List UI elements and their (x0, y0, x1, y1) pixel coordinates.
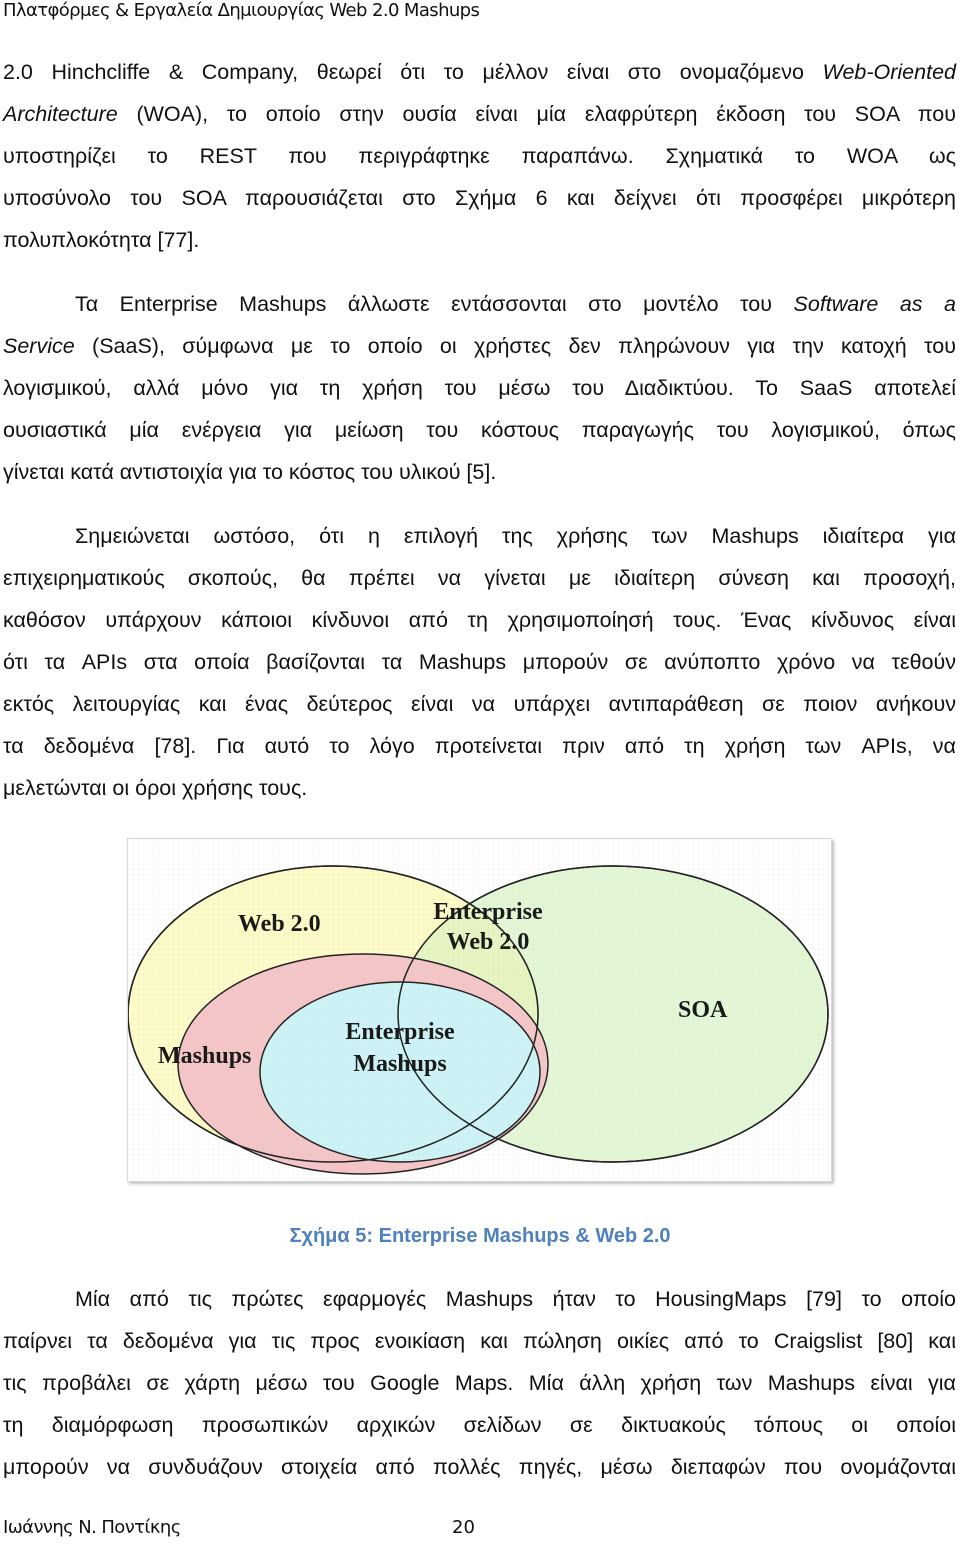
text-line: λογισμικού, αλλά μόνο για τη χρήση του μ… (3, 376, 956, 400)
venn-diagram: Web 2.0 Enterprise Web 2.0 SOA Mashups E… (128, 839, 831, 1181)
label-enterprise-mashups-1: Enterprise (345, 1019, 455, 1045)
text-line: γίνεται κατά αντιστοιχία για το κόστος τ… (3, 460, 497, 484)
text-line: εκτός λειτουργίας και ένας δεύτερος είνα… (3, 692, 956, 716)
text-line: τα δεδομένα [78]. Για αυτό το λόγο προτε… (3, 734, 956, 758)
text-line: 2.0 Hinchcliffe & Company, θεωρεί ότι το… (3, 60, 956, 84)
text-line: Architecture (WOA), το οποίο στην ουσία … (3, 102, 956, 126)
text-line: Τα Enterprise Mashups άλλωστε εντάσσοντα… (75, 292, 956, 316)
text-line: ουσιαστικά μία ενέργεια για μείωση του κ… (3, 418, 956, 442)
text-line: μελετώνται οι όροι χρήσης τους. (3, 776, 308, 800)
label-mashups: Mashups (158, 1043, 251, 1069)
text-line: ότι τα APIs στα οποία βασίζονται τα Mash… (3, 650, 956, 674)
label-enterprise-mashups-2: Mashups (353, 1051, 446, 1077)
label-enterprise-web20-2: Web 2.0 (447, 929, 530, 955)
text-line: μπορούν να συνδυάζουν στοιχεία από πολλέ… (3, 1455, 956, 1479)
text-line: υποστηρίζει το REST που περιγράφτηκε παρ… (3, 144, 956, 168)
venn-diagram-figure: Web 2.0 Enterprise Web 2.0 SOA Mashups E… (127, 838, 832, 1182)
footer-author: Ιωάννης Ν. Ποντίκης (3, 1517, 181, 1538)
text-line: υποσύνολο του SOA παρουσιάζεται στο Σχήμ… (3, 186, 956, 210)
text-line: τις προβάλει σε χάρτη μέσω του Google Ma… (3, 1371, 956, 1395)
page-number: 20 (452, 1517, 475, 1538)
text-line: τη διαμόρφωση προσωπικών αρχικών σελίδων… (3, 1413, 956, 1437)
label-web20: Web 2.0 (238, 911, 321, 937)
text-line: καθόσον υπάρχουν κάποιοι κίνδυνοι από τη… (3, 608, 956, 632)
text-line: παίρνει τα δεδομένα για τις προς ενοικία… (3, 1329, 956, 1353)
text-line: πολυπλοκότητα [77]. (3, 228, 200, 252)
running-header: Πλατφόρμες & Εργαλεία Δημιουργίας Web 2.… (3, 0, 480, 21)
text-line: Service (SaaS), σύμφωνα με το οποίο οι χ… (3, 334, 956, 358)
label-soa: SOA (678, 997, 728, 1023)
text-line: επιχειρηματικούς σκοπούς, θα πρέπει να γ… (3, 566, 956, 590)
text-line: Μία από τις πρώτες εφαρμογές Mashups ήτα… (75, 1287, 956, 1311)
label-enterprise-web20-1: Enterprise (433, 899, 543, 925)
figure-caption: Σχήμα 5: Enterprise Mashups & Web 2.0 (289, 1225, 671, 1247)
text-line: Σημειώνεται ωστόσο, ότι η επιλογή της χρ… (75, 524, 956, 548)
